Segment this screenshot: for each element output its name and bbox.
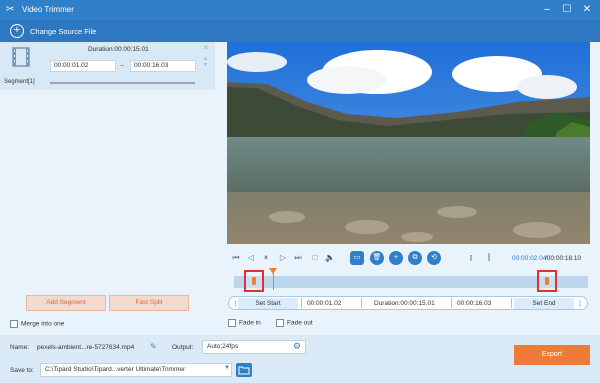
pause-icon[interactable]: ⏸ [261, 253, 271, 263]
fast-split-button[interactable]: Fast Split [109, 295, 189, 311]
checkbox-box[interactable] [10, 320, 18, 328]
skip-end-icon[interactable]: ⏭ [293, 253, 303, 263]
delete-icon[interactable]: 🗑 [370, 251, 384, 265]
output-format-field[interactable]: Auto;24fps [202, 340, 306, 354]
trim-duration: Duration:00:00:15.01 [374, 300, 435, 307]
change-source-file-button[interactable]: Change Source File [30, 27, 96, 36]
scissors-icon: ✂ [6, 4, 15, 15]
export-button[interactable]: Export [514, 345, 590, 365]
separator [301, 298, 302, 308]
landscape-image [227, 42, 590, 244]
plus-icon[interactable]: + [10, 24, 24, 38]
segment-end-field[interactable]: 00:00:16.03 [130, 60, 196, 72]
fade-out-label: Fade out [287, 319, 313, 327]
checkbox-box[interactable] [276, 319, 284, 327]
folder-icon[interactable] [236, 363, 252, 377]
separator [451, 298, 452, 308]
trim-start-time[interactable]: 00:00:01.02 [307, 298, 341, 309]
trim-end-handle[interactable] [537, 270, 558, 292]
current-time: 00:00:02.04 [512, 255, 547, 262]
edit-icon[interactable]: ✎ [150, 342, 157, 351]
add-icon[interactable]: + [389, 251, 403, 265]
segment-reorder-icon[interactable]: ▲ ▼ [203, 56, 208, 68]
segment-duration: Duration:00:00:15.01 [88, 46, 149, 53]
name-label: Name: [10, 344, 30, 351]
segment-progress-bar [50, 82, 195, 84]
set-start-button[interactable]: Set Start [238, 298, 298, 309]
film-icon [12, 47, 30, 67]
play-icon[interactable]: ▷ [278, 253, 288, 263]
fade-in-label: Fade in [239, 319, 261, 327]
timeline-track[interactable] [234, 276, 588, 288]
merge-label: Merge into one [21, 320, 65, 328]
close-button[interactable]: ✕ [580, 3, 594, 17]
gear-icon[interactable]: ⚙ [293, 341, 301, 352]
chevron-down-icon[interactable]: ▼ [224, 365, 230, 371]
total-time: /00:00:18.10 [545, 255, 582, 262]
save-path-field[interactable]: C:\Tipard Studio\Tipard...verter Ultimat… [40, 363, 232, 377]
rewind-icon[interactable]: ◁ [246, 253, 256, 263]
segment-start-field[interactable]: 00:00:01.02 [50, 60, 116, 72]
title-bar: ✂ Video Trimmer – ☐ ✕ [0, 0, 600, 20]
checkbox-box[interactable] [228, 319, 236, 327]
minimize-button[interactable]: – [540, 3, 554, 17]
save-to-label: Save to: [10, 367, 34, 374]
trim-end-time[interactable]: 00:00:16.03 [457, 298, 491, 309]
folder-shape [238, 366, 250, 375]
trim-start-handle[interactable] [243, 270, 264, 292]
skip-start-icon[interactable]: ⏮ [231, 253, 241, 263]
bracket-left-icon: [ [235, 300, 237, 307]
frame-forward-icon[interactable]: ⫿ [484, 253, 494, 263]
merge-into-one-checkbox[interactable]: Merge into one [10, 320, 64, 328]
separator [361, 298, 362, 308]
set-end-button[interactable]: Set End [514, 298, 574, 309]
fade-in-checkbox[interactable]: Fade in [228, 319, 261, 327]
segment-dash: – [120, 62, 124, 69]
separator [511, 298, 512, 308]
volume-icon[interactable]: 🔈 [325, 253, 335, 263]
clip-icon[interactable]: ▭ [350, 251, 364, 265]
copy-icon[interactable]: ⧉ [408, 251, 422, 265]
segment-label: Segment[1] [4, 79, 35, 85]
window-title: Video Trimmer [22, 5, 74, 14]
fade-out-checkbox[interactable]: Fade out [276, 319, 313, 327]
video-preview[interactable] [227, 42, 590, 244]
output-label: Output: [172, 344, 194, 351]
trim-start-knob[interactable] [251, 277, 256, 285]
bracket-right-icon: ] [579, 300, 581, 307]
name-value: pexels-ambient...re-5727634.mp4 [37, 344, 135, 351]
redo-icon[interactable]: ⟲ [427, 251, 441, 265]
stop-icon[interactable]: □ [310, 253, 320, 263]
add-segment-button[interactable]: Add Segment [26, 295, 106, 311]
toolbar: + Change Source File [0, 20, 600, 42]
frame-back-icon[interactable]: ⫾ [466, 253, 476, 263]
playhead-line [272, 273, 274, 290]
segment-row[interactable]: Segment[1] Duration:00:00:15.01 00:00:01… [0, 42, 215, 90]
maximize-button[interactable]: ☐ [560, 3, 574, 17]
segment-panel: Segment[1] Duration:00:00:15.01 00:00:01… [0, 42, 215, 335]
segment-delete-icon[interactable]: ✕ [203, 44, 209, 52]
trim-end-knob[interactable] [545, 277, 550, 285]
